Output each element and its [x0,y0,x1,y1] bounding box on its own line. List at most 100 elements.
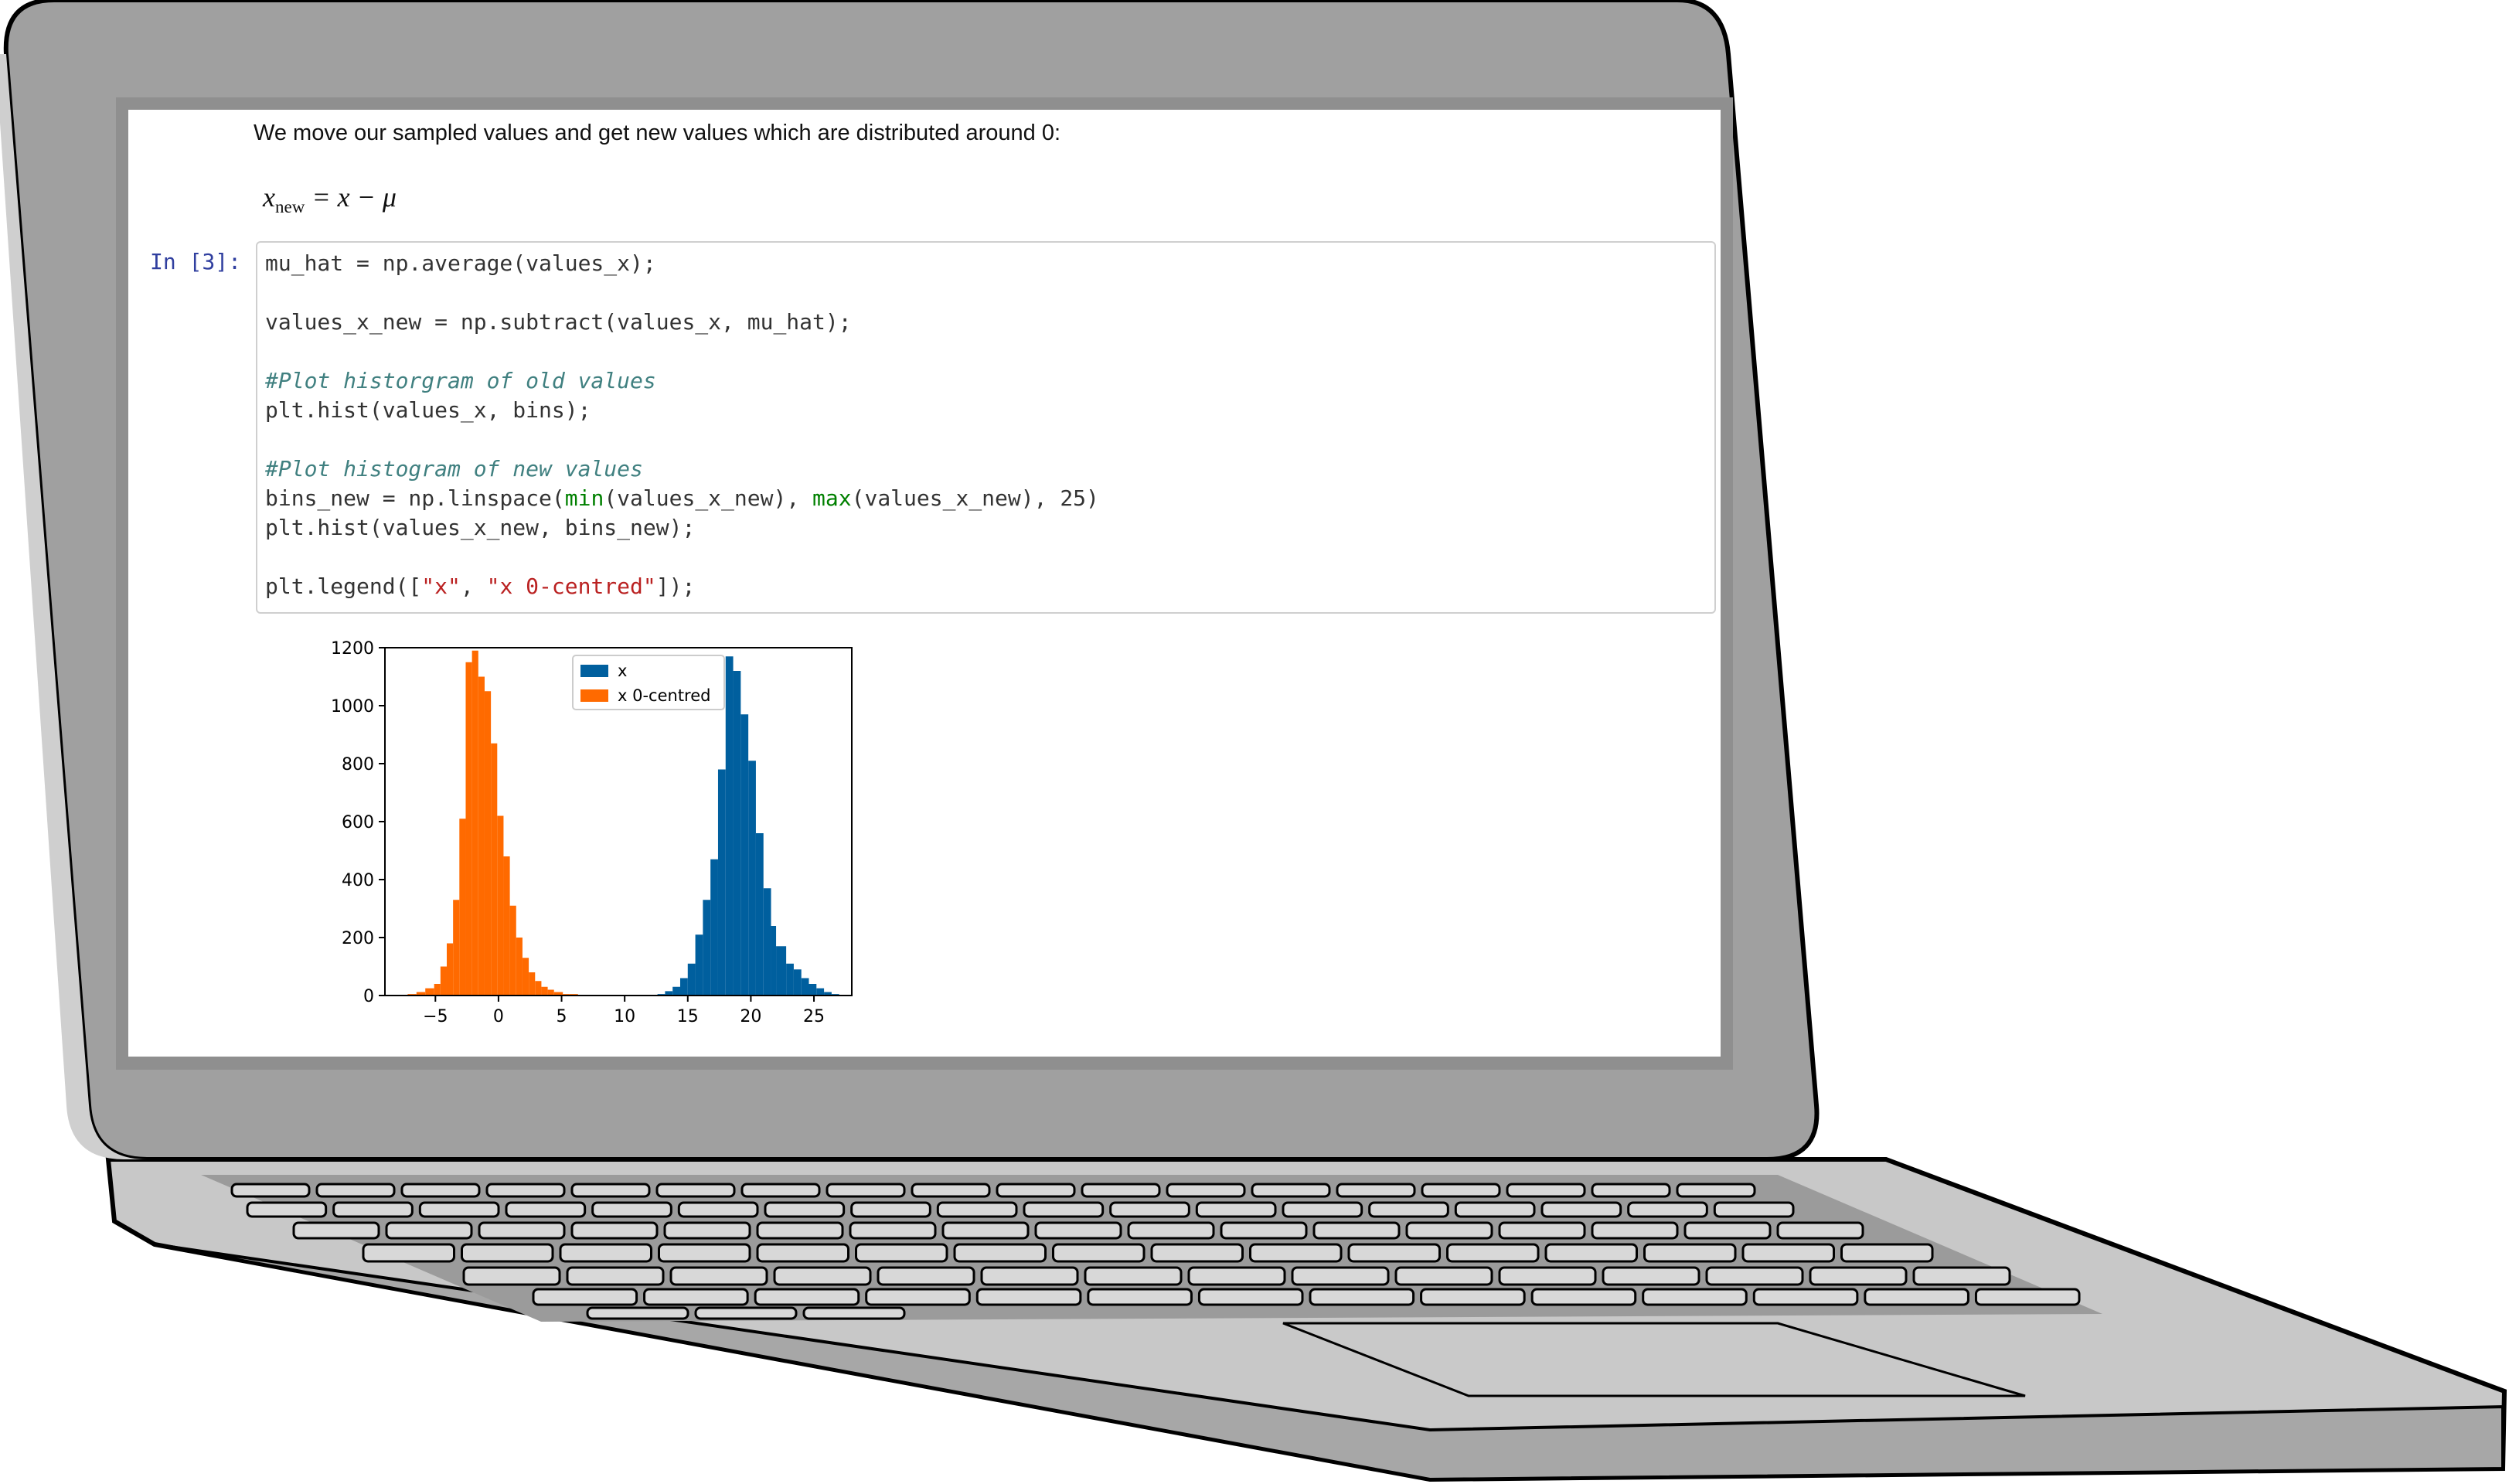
keyboard-key [694,1306,798,1320]
keyboard-key [1052,1243,1146,1263]
histogram-bar [717,769,726,996]
keyboard-key [826,1183,906,1198]
x-tick-label: 5 [557,1007,567,1026]
keyboard-key [756,1221,844,1240]
keyboard-key [1627,1201,1708,1218]
code-token: mu_hat = np.average(values_x); [265,250,656,276]
keyboard-key [1309,1288,1415,1306]
histogram-bar [755,833,764,996]
code-line: mu_hat = np.average(values_x); [265,249,1099,278]
histogram-bar [472,650,478,996]
histogram-chart: −5 0 5 10 15 20 25 0 200 400 600 800 1000 1200 x x 0-ce… [331,639,853,1026]
code-editor[interactable]: mu_hat = np.average(values_x); values_x_n… [265,249,1099,601]
keyboard-key [669,1266,768,1286]
keyboard-key [740,1183,821,1198]
keyboard-key [1421,1183,1501,1198]
code-line: bins_new = np.linspace(min(values_x_new)… [265,484,1099,513]
code-token: , [460,574,487,599]
keyboard-key [1912,1266,2011,1286]
y-tick-label: 0 [363,987,374,1006]
keyboard-key [756,1243,849,1263]
keyboard-key [1642,1288,1748,1306]
histogram-bar [516,938,523,996]
keyboard-key [1544,1243,1638,1263]
y-tick-label: 400 [342,871,374,890]
histogram-bar [459,819,466,996]
keyboard-key [1087,1288,1193,1306]
code-cell[interactable]: mu_hat = np.average(values_x); values_x_n… [256,241,1716,614]
keyboard-key [570,1221,659,1240]
keyboard-key [658,1243,751,1263]
keyboard-key [1394,1266,1493,1286]
keyboard-key [1602,1266,1700,1286]
keyboard-key [1347,1243,1441,1263]
histogram-bar [425,988,434,996]
keyboard-key [802,1306,906,1320]
keyboard-key [1591,1183,1671,1198]
histogram-bar [491,743,498,996]
histogram-bar [440,966,447,996]
histogram-bar [529,972,536,996]
histogram-bar [740,714,749,996]
histogram-bar [503,856,510,996]
histogram-bar [434,984,441,996]
histogram-bar [547,989,554,996]
x-tick-label: 25 [803,1007,825,1026]
code-token: "x" [421,574,461,599]
keyboard-key [315,1183,396,1198]
code-token: #Plot histogram of new values [265,456,643,482]
code-token: plt.legend([ [265,574,422,599]
formula-subscript: new [274,197,305,217]
keyboard-key [1705,1266,1804,1286]
keyboard-key [1498,1221,1586,1240]
histogram-bar [484,691,492,996]
histogram-bar [801,978,809,996]
keyboard-key [1974,1288,2081,1306]
code-token: plt.hist(values_x_new, bins_new); [265,515,696,540]
keyboard-key [1312,1221,1401,1240]
keyboard-key [1405,1221,1493,1240]
keyboard-key [1454,1201,1536,1218]
keyboard-key [1498,1266,1597,1286]
code-line: #Plot histogram of new values [265,454,1099,484]
y-tick-label: 200 [342,929,374,948]
keyboard-key [773,1266,872,1286]
keyboard-key [1282,1201,1363,1218]
code-token: "x 0-centred" [486,574,656,599]
keyboard-key [1446,1243,1540,1263]
legend-label: x [618,662,627,680]
keyboard-key [1530,1288,1637,1306]
keyboard-key [855,1243,948,1263]
legend-swatch [580,689,608,702]
keyboard-key [677,1201,759,1218]
legend-label: x 0-centred [618,686,710,705]
keyboard-key [1683,1221,1772,1240]
keyboard-key [418,1201,500,1218]
keyboard-key [1336,1183,1416,1198]
keyboard-key [591,1201,672,1218]
keyboard-key [1776,1221,1864,1240]
formula: xnew = x − μ [263,181,397,217]
keyboard-key [1034,1221,1122,1240]
histogram-bar [763,888,771,996]
keyboard-key [1506,1183,1586,1198]
keyboard-key [975,1288,1082,1306]
keyboard-key [1127,1221,1215,1240]
keyboard-key [1166,1183,1246,1198]
keyboard-key [1251,1183,1331,1198]
keyboard-key [1109,1201,1190,1218]
keyboard-key [586,1306,689,1320]
histogram-bar [793,969,802,996]
histogram-bar [522,958,529,996]
histogram-bar [465,662,472,996]
keyboard-key [953,1243,1047,1263]
keyboard-key [385,1221,473,1240]
code-token: ]); [655,574,696,599]
histogram-bar [695,934,703,996]
keyboard-key [332,1201,414,1218]
x-tick-label: 0 [493,1007,504,1026]
code-line: #Plot historgram of old values [265,366,1099,396]
